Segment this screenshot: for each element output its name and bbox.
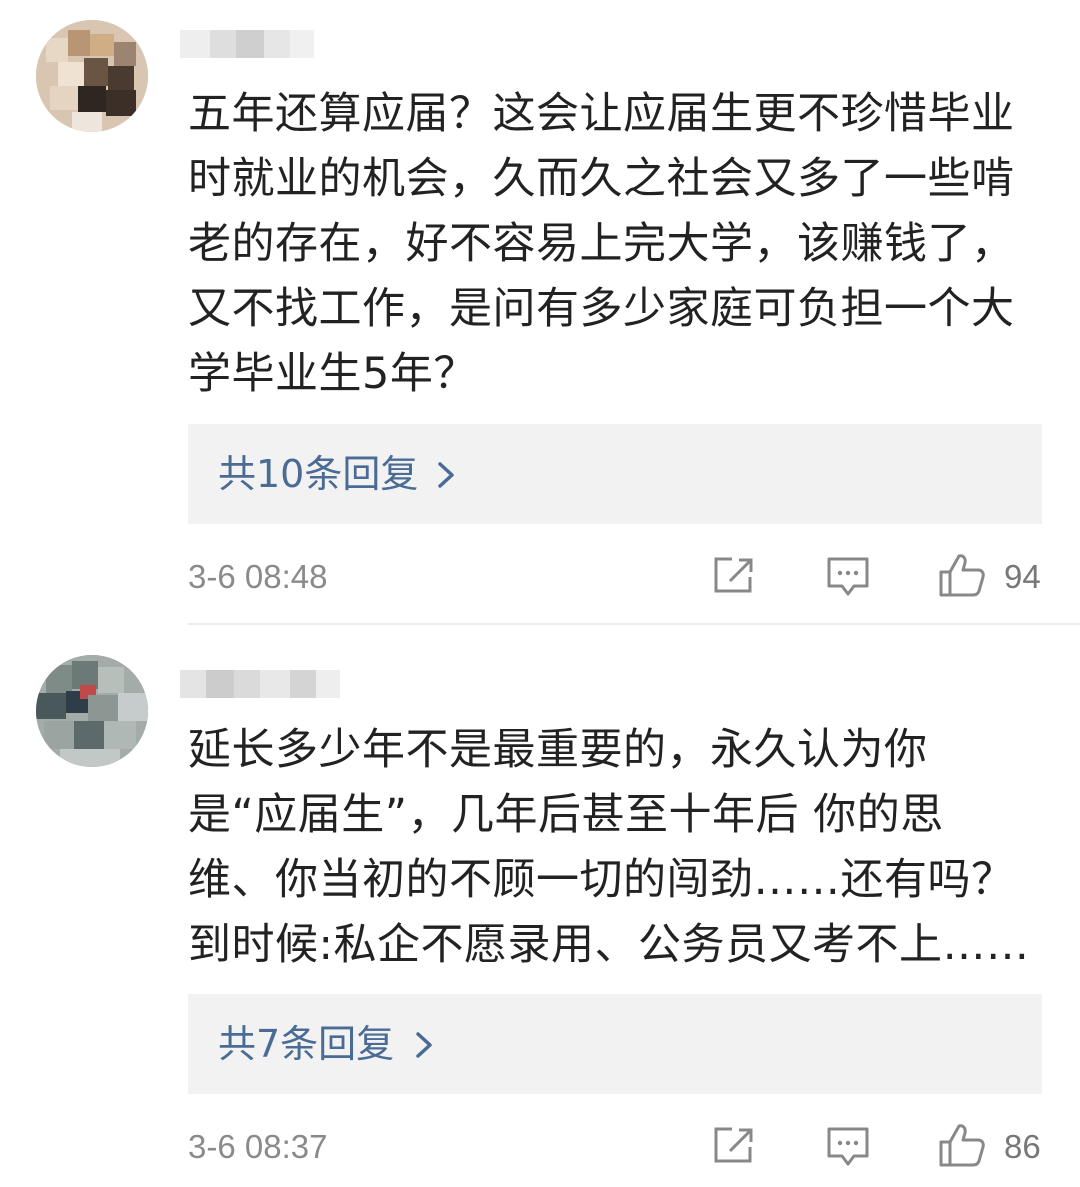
thumbs-up-icon[interactable]	[938, 552, 986, 598]
comment-item: 五年还算应届？这会让应届生更不珍惜毕业 时就业的机会，久而久之社会又多了一些啃 …	[0, 0, 1080, 625]
timestamp: 3-6 08:48	[188, 558, 328, 595]
like-count: 86	[1004, 1128, 1041, 1165]
share-icon[interactable]	[712, 555, 756, 595]
view-replies-button[interactable]: 共10条回复	[188, 424, 1042, 524]
avatar[interactable]	[36, 20, 148, 132]
comment-item: 延长多少年不是最重要的，永久认为你 是“应届生”，几年后甚至十年后 你的思 维、…	[0, 625, 1080, 1187]
timestamp: 3-6 08:37	[188, 1128, 328, 1165]
comment-text: 延长多少年不是最重要的，永久认为你 是“应届生”，几年后甚至十年后 你的思 维、…	[188, 725, 1030, 970]
avatar[interactable]	[36, 655, 148, 767]
chevron-right-icon	[416, 1032, 432, 1058]
like-count: 94	[1004, 558, 1041, 595]
comment-icon[interactable]	[826, 556, 870, 598]
username[interactable]	[180, 28, 314, 60]
reply-count-label: 共10条回复	[218, 452, 419, 496]
comment-icon[interactable]	[826, 1126, 870, 1168]
username[interactable]	[180, 668, 340, 700]
thumbs-up-icon[interactable]	[938, 1122, 986, 1168]
reply-count-label: 共7条回复	[218, 1022, 395, 1066]
view-replies-button[interactable]: 共7条回复	[188, 994, 1042, 1094]
chevron-right-icon	[438, 462, 454, 488]
comment-text: 五年还算应届？这会让应届生更不珍惜毕业 时就业的机会，久而久之社会又多了一些啃 …	[188, 89, 1015, 399]
share-icon[interactable]	[712, 1125, 756, 1165]
